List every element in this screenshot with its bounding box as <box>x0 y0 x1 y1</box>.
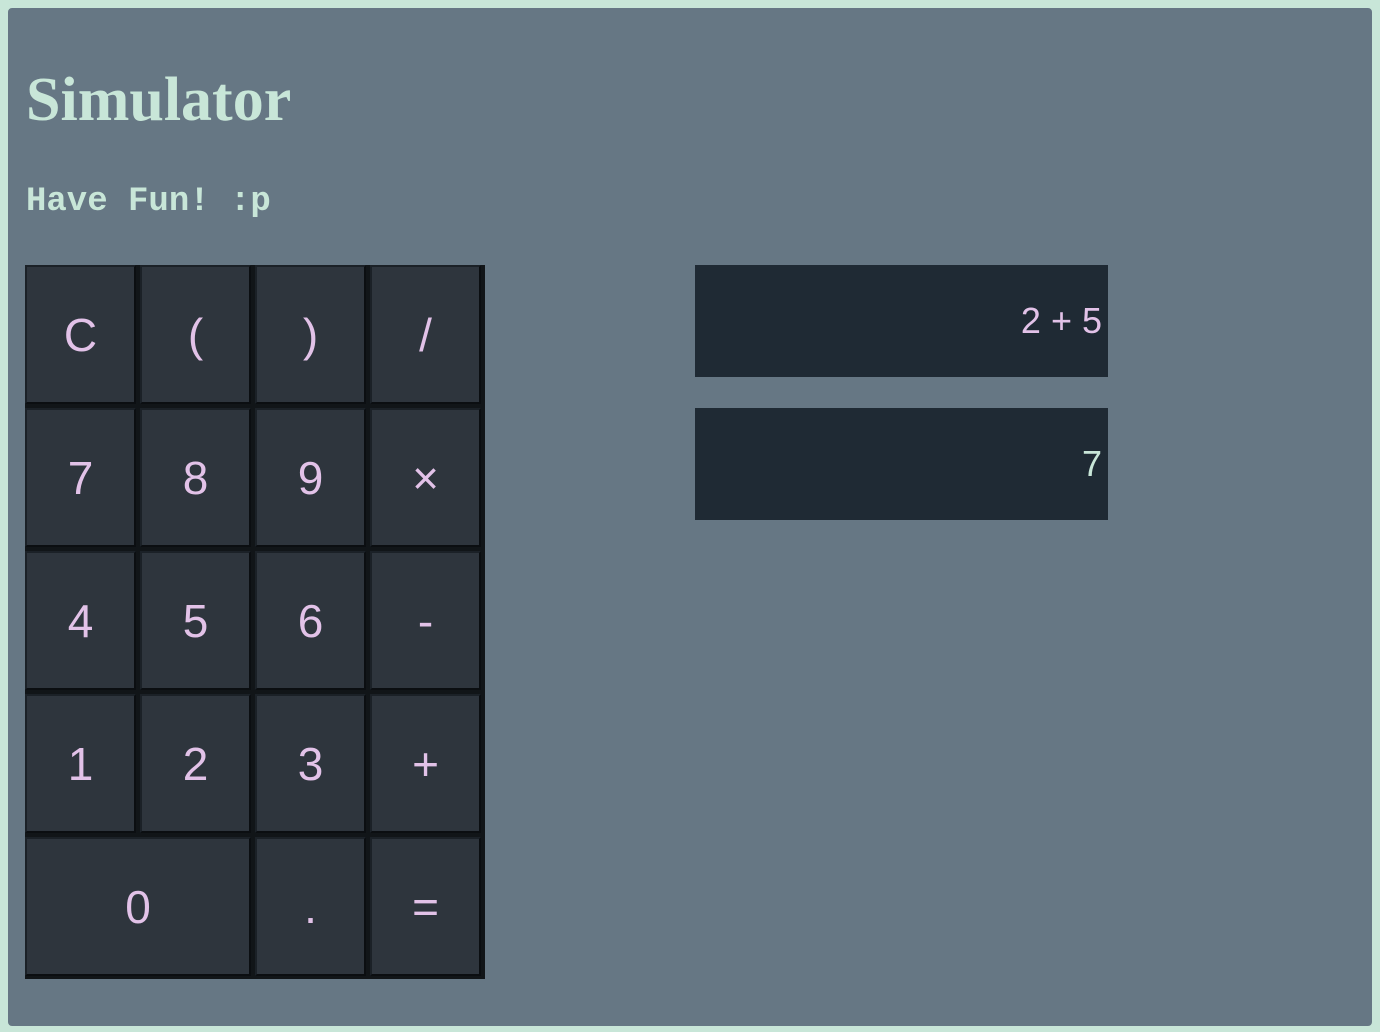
digit-7-button[interactable]: 7 <box>25 408 136 547</box>
digit-6-button[interactable]: 6 <box>255 551 366 690</box>
digit-4-button[interactable]: 4 <box>25 551 136 690</box>
digit-1-button[interactable]: 1 <box>25 694 136 833</box>
divide-button[interactable]: / <box>370 265 481 404</box>
app-frame: Simulator Have Fun! :p C ( ) / 7 8 9 × 4… <box>4 4 1376 1030</box>
calculator-keypad: C ( ) / 7 8 9 × 4 5 6 - 1 2 3 + 0 . = <box>25 265 485 979</box>
close-paren-button[interactable]: ) <box>255 265 366 404</box>
page-title: Simulator <box>26 66 292 134</box>
result-display: 7 <box>695 408 1108 520</box>
multiply-button[interactable]: × <box>370 408 481 547</box>
digit-0-button[interactable]: 0 <box>25 837 251 976</box>
subtract-button[interactable]: - <box>370 551 481 690</box>
equals-button[interactable]: = <box>370 837 481 976</box>
digit-5-button[interactable]: 5 <box>140 551 251 690</box>
decimal-button[interactable]: . <box>255 837 366 976</box>
clear-button[interactable]: C <box>25 265 136 404</box>
add-button[interactable]: + <box>370 694 481 833</box>
digit-2-button[interactable]: 2 <box>140 694 251 833</box>
digit-3-button[interactable]: 3 <box>255 694 366 833</box>
page-subtitle: Have Fun! :p <box>26 183 271 221</box>
open-paren-button[interactable]: ( <box>140 265 251 404</box>
expression-display: 2 + 5 <box>695 265 1108 377</box>
digit-9-button[interactable]: 9 <box>255 408 366 547</box>
digit-8-button[interactable]: 8 <box>140 408 251 547</box>
